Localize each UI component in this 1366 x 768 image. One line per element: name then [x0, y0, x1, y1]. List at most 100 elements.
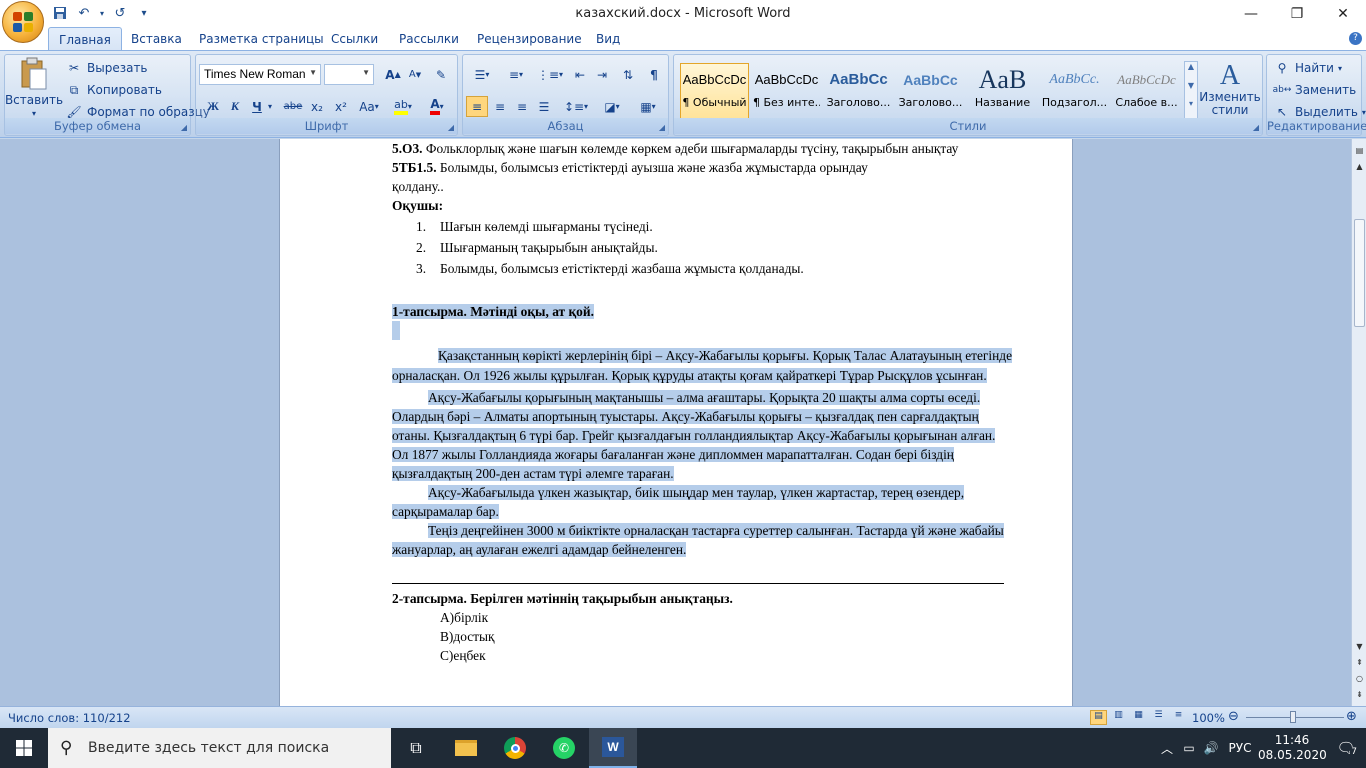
next-page-icon[interactable]: ⇟ [1352, 687, 1366, 701]
strikethrough-button[interactable]: abe [282, 96, 304, 117]
chrome-icon[interactable] [491, 728, 539, 768]
style-sample: AaBbCc. [1049, 72, 1100, 87]
change-styles-button[interactable]: A Изменить стили [1199, 61, 1261, 117]
tab-references[interactable]: Ссылки [321, 27, 388, 51]
paragraph-1: Қазақстанның көрікті жерлерінің бірі – А… [392, 348, 1013, 383]
file-explorer-icon[interactable] [442, 728, 490, 768]
highlight-button[interactable]: ab ▾ [388, 96, 418, 117]
task-view-icon[interactable]: ⧉ [392, 728, 440, 768]
document-area[interactable]: 5.О3. Фольклорлық және шағын көлемде көр… [0, 139, 1351, 706]
multilevel-list-icon[interactable]: ⋮≡ ▾ [535, 64, 565, 85]
tab-page-layout[interactable]: Разметка страницы [189, 27, 334, 51]
zoom-out-icon[interactable]: ⊖ [1228, 709, 1239, 724]
dialog-launcher-icon[interactable]: ◢ [448, 123, 454, 132]
grow-font-button[interactable]: A ▲ [382, 64, 404, 85]
zoom-level[interactable]: 100% [1192, 711, 1225, 725]
word-taskbar-icon[interactable]: W [589, 728, 637, 768]
clear-formatting-icon[interactable]: ✎ [430, 64, 452, 85]
help-icon[interactable]: ? [1349, 32, 1362, 45]
style-heading-2[interactable]: AaBbCc Заголово... [896, 63, 965, 119]
browse-object-icon[interactable]: ○ [1352, 671, 1366, 685]
tab-mailings[interactable]: Рассылки [389, 27, 469, 51]
outline-icon[interactable]: ☰ [1150, 710, 1167, 725]
cut-button[interactable]: ✂ Вырезать [65, 59, 148, 77]
subscript-button[interactable]: x₂ [306, 96, 328, 117]
word-count[interactable]: Число слов: 110/212 [8, 711, 131, 725]
zoom-in-icon[interactable]: ⊕ [1346, 709, 1357, 724]
bold-button[interactable]: Ж [202, 96, 224, 117]
underline-dropdown-icon[interactable]: ▾ [264, 96, 276, 117]
style-no-spacing[interactable]: AaBbCcDc ¶ Без инте... [752, 63, 821, 119]
dialog-launcher-icon[interactable]: ◢ [1253, 123, 1259, 132]
sort-icon[interactable]: ⇅ [617, 64, 639, 85]
close-button[interactable]: ✕ [1320, 0, 1366, 27]
search-icon: ⚲ [60, 738, 73, 758]
style-heading-1[interactable]: AaBbCс Заголово... [824, 63, 893, 119]
replace-button[interactable]: ab↔ Заменить [1273, 81, 1357, 99]
line-spacing-icon[interactable]: ↕≡ ▾ [561, 96, 591, 117]
language-indicator[interactable]: РУС [1222, 741, 1258, 755]
windows-start-icon[interactable] [0, 728, 48, 768]
borders-icon[interactable]: ▦ ▾ [633, 96, 663, 117]
tab-review[interactable]: Рецензирование [467, 27, 592, 51]
paste-button[interactable]: Вставить ▾ [5, 57, 63, 118]
network-icon[interactable]: ▭ [1178, 741, 1200, 755]
change-case-button[interactable]: Aa ▾ [356, 96, 382, 117]
copy-button[interactable]: ⧉ Копировать [65, 81, 162, 99]
scroll-down-icon[interactable]: ▼ [1185, 81, 1197, 100]
zoom-slider-thumb[interactable] [1290, 711, 1296, 723]
style-normal[interactable]: AaBbCcDc ¶ Обычный [680, 63, 749, 119]
font-color-button[interactable]: A ▾ [422, 96, 452, 117]
styles-scroll[interactable]: ▲ ▼ ▾ [1184, 61, 1198, 119]
bullets-icon[interactable]: ☰ ▾ [467, 64, 497, 85]
tab-view[interactable]: Вид [586, 27, 630, 51]
find-button[interactable]: ⚲ Найти ▾ [1273, 59, 1342, 77]
numbering-icon[interactable]: ≡ ▾ [501, 64, 531, 85]
shading-icon[interactable]: ◪ ▾ [597, 96, 627, 117]
justify-icon[interactable]: ☰ [533, 96, 555, 117]
scroll-up-icon[interactable]: ▲ [1185, 62, 1197, 81]
style-title[interactable]: AaB Название [968, 63, 1037, 119]
show-marks-icon[interactable]: ¶ [643, 64, 665, 85]
restore-button[interactable]: ❐ [1274, 0, 1320, 27]
draft-icon[interactable]: ≡ [1170, 710, 1187, 725]
scroll-down-icon[interactable]: ▼ [1352, 639, 1366, 653]
dialog-launcher-icon[interactable]: ◢ [181, 123, 187, 132]
vertical-scrollbar[interactable]: ▤ ▲ ▼ ⇞ ○ ⇟ [1351, 139, 1366, 706]
decrease-indent-icon[interactable]: ⇤ [569, 64, 591, 85]
increase-indent-icon[interactable]: ⇥ [591, 64, 613, 85]
superscript-button[interactable]: x² [330, 96, 352, 117]
scroll-up-icon[interactable]: ▲ [1352, 159, 1366, 173]
notifications-icon[interactable]: 🗨 7 [1326, 739, 1366, 757]
minimize-button[interactable]: — [1228, 0, 1274, 27]
more-styles-icon[interactable]: ▾ [1185, 99, 1197, 118]
tab-home[interactable]: Главная [48, 27, 122, 51]
align-right-icon[interactable]: ≡ [511, 96, 533, 117]
volume-icon[interactable]: 🔊 [1200, 741, 1222, 755]
taskbar-search[interactable]: ⚲ Введите здесь текст для поиска [48, 728, 391, 768]
full-screen-reading-icon[interactable]: ▥ [1110, 710, 1127, 725]
scroll-thumb[interactable] [1354, 219, 1365, 327]
font-size-combo[interactable]: ▼ [324, 64, 374, 85]
office-button[interactable] [2, 1, 44, 43]
document-body[interactable]: 5.О3. Фольклорлық және шағын көлемде көр… [392, 139, 1014, 665]
web-layout-icon[interactable]: ▦ [1130, 710, 1147, 725]
print-layout-icon[interactable]: ▤ [1090, 710, 1107, 725]
font-name-combo[interactable]: Times New Roman ▼ [199, 64, 321, 85]
align-center-icon[interactable]: ≡ [489, 96, 511, 117]
style-subtle-emphasis[interactable]: AaBbCcDc Слабое в... [1112, 63, 1181, 119]
document-page[interactable]: 5.О3. Фольклорлық және шағын көлемде көр… [279, 139, 1073, 706]
window-title: казахский.docx - Microsoft Word [575, 6, 791, 21]
ruler-toggle-icon[interactable]: ▤ [1352, 143, 1366, 157]
style-subtitle[interactable]: AaBbCc. Подзагол... [1040, 63, 1109, 119]
clock[interactable]: 11:46 08.05.2020 [1258, 733, 1327, 763]
shrink-font-button[interactable]: A ▼ [404, 64, 426, 85]
chevron-up-icon[interactable]: ︿ [1156, 740, 1178, 757]
italic-button[interactable]: К [224, 96, 246, 117]
word-window: ↶ ▾ ↺ ▾ казахский.docx - Microsoft Word … [0, 0, 1366, 768]
align-left-icon[interactable]: ≡ [466, 96, 488, 117]
dialog-launcher-icon[interactable]: ◢ [659, 123, 665, 132]
prev-page-icon[interactable]: ⇞ [1352, 655, 1366, 669]
whatsapp-icon[interactable]: ✆ [540, 728, 588, 768]
tab-insert[interactable]: Вставка [121, 27, 192, 51]
